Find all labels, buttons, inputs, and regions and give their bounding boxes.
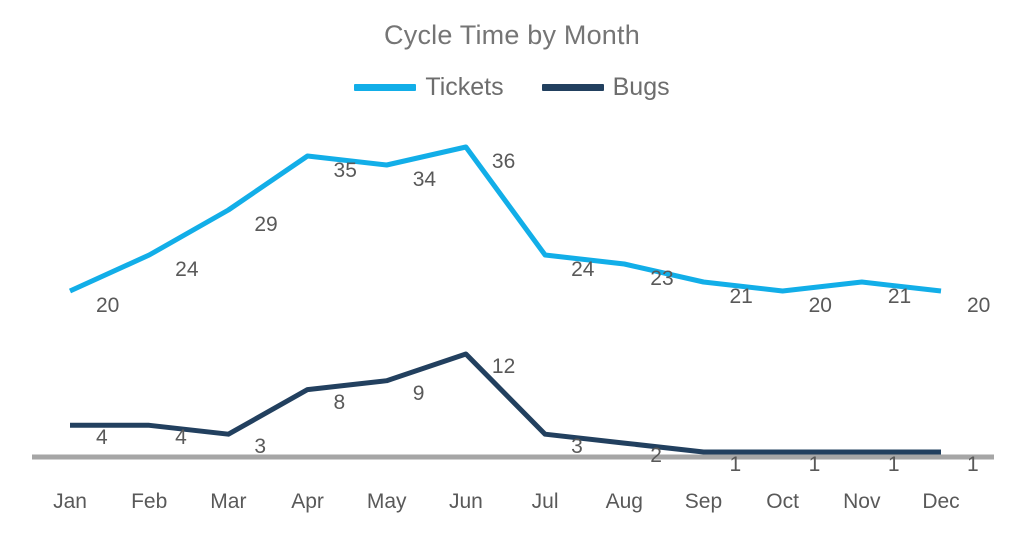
data-label-tickets: 24 [175, 258, 199, 281]
data-label-tickets: 23 [650, 267, 674, 290]
x-axis-tick-label: Jul [531, 490, 559, 513]
data-label-tickets: 20 [96, 294, 120, 317]
data-label-bugs: 9 [412, 381, 425, 405]
x-axis-tick-label: Nov [843, 490, 881, 513]
data-label-tickets: 29 [254, 213, 278, 236]
data-label-tickets: 34 [412, 168, 437, 191]
data-label-bugs: 1 [967, 453, 979, 476]
chart-container: Cycle Time by Month Tickets Bugs Jan Feb M… [0, 0, 1024, 535]
data-label-bugs: 1 [887, 453, 900, 476]
data-label-tickets: 20 [967, 294, 991, 317]
x-axis-tick-label: Mar [210, 490, 247, 513]
x-axis-tick-label: Apr [291, 490, 324, 513]
x-axis-tick-label: Aug [605, 490, 643, 513]
x-axis-tick-label: Sep [684, 490, 723, 513]
data-label-tickets: 21 [887, 285, 912, 308]
data-label-tickets: 21 [729, 285, 753, 308]
data-label-bugs: 2 [650, 444, 662, 468]
data-label-bugs: 8 [333, 390, 346, 414]
plot-area [32, 144, 994, 460]
data-label-tickets: 35 [333, 159, 357, 182]
data-label-bugs: 3 [571, 435, 583, 459]
x-axis-tick-label: Dec [922, 490, 960, 513]
x-axis-tick-label: Oct [766, 490, 799, 513]
data-label-tickets: 36 [491, 150, 516, 173]
data-label-tickets: 20 [808, 294, 832, 317]
data-label-bugs: 1 [729, 453, 742, 476]
x-axis-tick-label: Jun [448, 490, 483, 513]
data-label-bugs: 4 [175, 426, 187, 450]
data-label-bugs: 3 [254, 435, 267, 459]
x-axis-tick-label: May [366, 490, 407, 513]
data-label-tickets: 24 [571, 258, 595, 281]
x-axis-tick-label: Jan [53, 490, 87, 513]
data-label-bugs: 12 [491, 355, 516, 378]
data-label-bugs: 4 [96, 426, 108, 450]
x-axis-tick-label: Feb [131, 490, 168, 513]
data-label-bugs: 1 [808, 453, 821, 476]
